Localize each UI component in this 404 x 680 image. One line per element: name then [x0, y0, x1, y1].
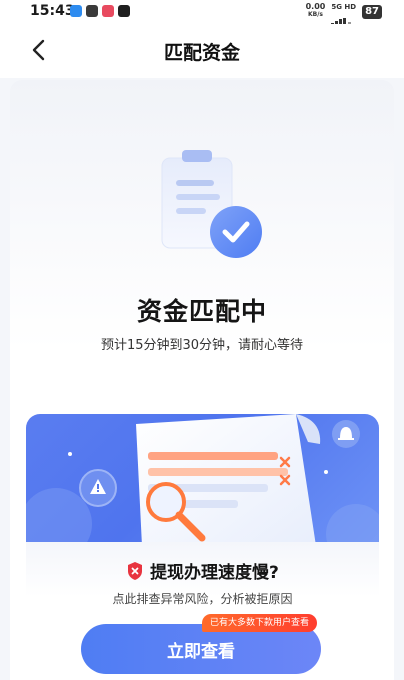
clipboard-check-icon	[161, 150, 262, 258]
status-time: 15:43	[30, 3, 75, 19]
network-speed-unit: KB/s	[307, 11, 323, 18]
network-type-label: 5G HD	[331, 3, 357, 11]
app-notification-icon	[118, 5, 130, 17]
status-title: 资金匹配中	[136, 297, 267, 326]
shield-warning-icon	[128, 561, 143, 580]
page-title: 匹配资金	[163, 42, 240, 64]
status-subtitle: 预计15分钟到30分钟，请耐心等待	[100, 338, 304, 353]
nav-bar: 匹配资金	[0, 24, 404, 78]
app-notification-icon	[70, 5, 82, 17]
cta-badge: 已有大多数下款用户查看	[202, 614, 318, 632]
warning-row: 提现办理速度慢?	[26, 558, 379, 583]
notification-icons	[70, 5, 130, 17]
warning-title: 提现办理速度慢?	[150, 563, 279, 583]
network-speed-value: 0.00	[305, 2, 326, 11]
mail-notification-icon	[86, 5, 98, 17]
status-bar: 15:43 0.00 KB/s 5G HD 87	[0, 0, 404, 26]
warning-subtitle: 点此排查异常风险，分析被拒原因	[112, 592, 293, 606]
network-speed: 0.00 KB/s	[306, 3, 326, 19]
app-notification-icon	[102, 5, 114, 17]
document-magnifier-illustration	[26, 414, 379, 546]
battery-indicator: 87	[362, 5, 382, 19]
